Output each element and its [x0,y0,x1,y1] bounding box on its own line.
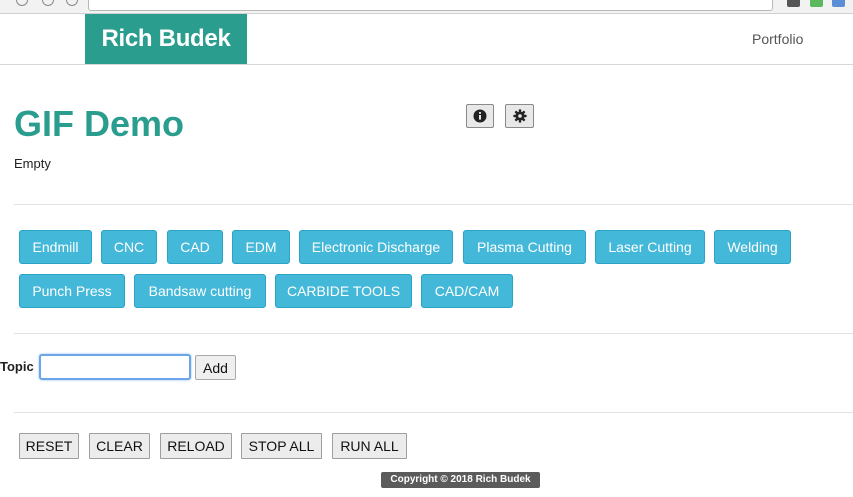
stop-all-button[interactable]: STOP ALL [241,433,322,459]
settings-button[interactable] [505,104,534,128]
extension-icon[interactable] [787,0,800,7]
run-all-button[interactable]: RUN ALL [332,433,407,459]
gear-icon [512,109,527,123]
topic-button-carbide-tools[interactable]: CARBIDE TOOLS [275,274,412,308]
topic-button-cad[interactable]: CAD [167,230,223,264]
topic-label: Topic [0,359,34,374]
navbar: Rich Budek Portfolio [0,14,853,65]
status-text: Empty [14,156,51,171]
topic-button-laser-cutting[interactable]: Laser Cutting [595,230,705,264]
nav-link-portfolio[interactable]: Portfolio [752,14,803,64]
topic-button-edm[interactable]: EDM [232,230,290,264]
info-button[interactable] [466,104,494,128]
divider [14,204,853,205]
extension-icon[interactable] [832,0,845,7]
brand-logo[interactable]: Rich Budek [85,14,247,64]
reload-button[interactable]: RELOAD [160,433,232,459]
copyright-badge: Copyright © 2018 Rich Budek [381,472,540,488]
back-icon[interactable] [16,0,28,6]
info-icon [473,109,487,123]
forward-icon[interactable] [42,0,54,6]
browser-toolbar [0,0,853,14]
add-button[interactable]: Add [195,355,236,380]
topic-button-bandsaw-cutting[interactable]: Bandsaw cutting [134,274,266,308]
topic-button-endmill[interactable]: Endmill [19,230,92,264]
topic-button-cnc[interactable]: CNC [101,230,157,264]
divider [14,412,853,413]
topic-input[interactable] [39,354,191,380]
topic-button-punch-press[interactable]: Punch Press [19,274,125,308]
topic-button-electronic-discharge[interactable]: Electronic Discharge [299,230,453,264]
divider [14,333,853,334]
reload-icon[interactable] [66,0,78,6]
topic-button-cad-cam[interactable]: CAD/CAM [421,274,513,308]
extension-icon[interactable] [810,0,823,7]
reset-button[interactable]: RESET [19,433,79,459]
page-title: GIF Demo [14,103,185,144]
topic-button-welding[interactable]: Welding [714,230,791,264]
topic-button-plasma-cutting[interactable]: Plasma Cutting [463,230,586,264]
address-bar[interactable] [88,0,773,11]
clear-button[interactable]: CLEAR [89,433,150,459]
